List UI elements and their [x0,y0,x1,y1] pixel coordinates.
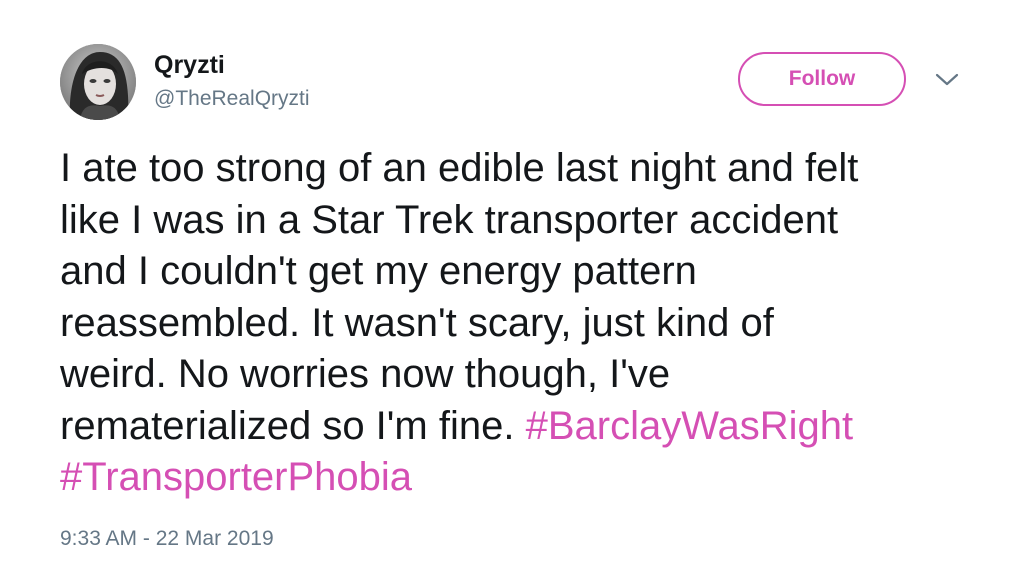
avatar-photo [60,44,136,120]
user-names: Qryzti @TheRealQryzti [154,50,310,112]
hashtag-link[interactable]: #TransporterPhobia [60,455,412,499]
chevron-down-icon[interactable] [934,70,960,90]
follow-button[interactable]: Follow [738,52,906,106]
tweet-line: I ate too strong of an edible last night… [60,146,859,190]
tweet-text: I ate too strong of an edible last night… [60,143,990,504]
tweet-line: reassembled. It wasn't scary, just kind … [60,300,774,345]
tweet-line: weird. No worries now though, I've [60,352,671,396]
tweet-line: #TransporterPhobia [60,452,990,504]
hashtag-link[interactable]: #BarclayWasRight [526,404,854,448]
tweet-card: Qryzti @TheRealQryzti Follow I ate too s… [0,0,1024,570]
user-handle[interactable]: @TheRealQryzti [154,86,310,112]
tweet-timestamp[interactable]: 9:33 AM - 22 Mar 2019 [60,526,274,552]
tweet-line: rematerialized so I'm fine. #BarclayWasR… [60,401,990,453]
tweet-line: like I was in a Star Trek transporter ac… [60,197,839,242]
avatar[interactable] [60,44,136,120]
display-name[interactable]: Qryzti [154,50,310,80]
tweet-line-text: rematerialized so I'm fine. [60,403,526,448]
tweet-line: and I couldn't get my energy pattern [60,249,697,293]
